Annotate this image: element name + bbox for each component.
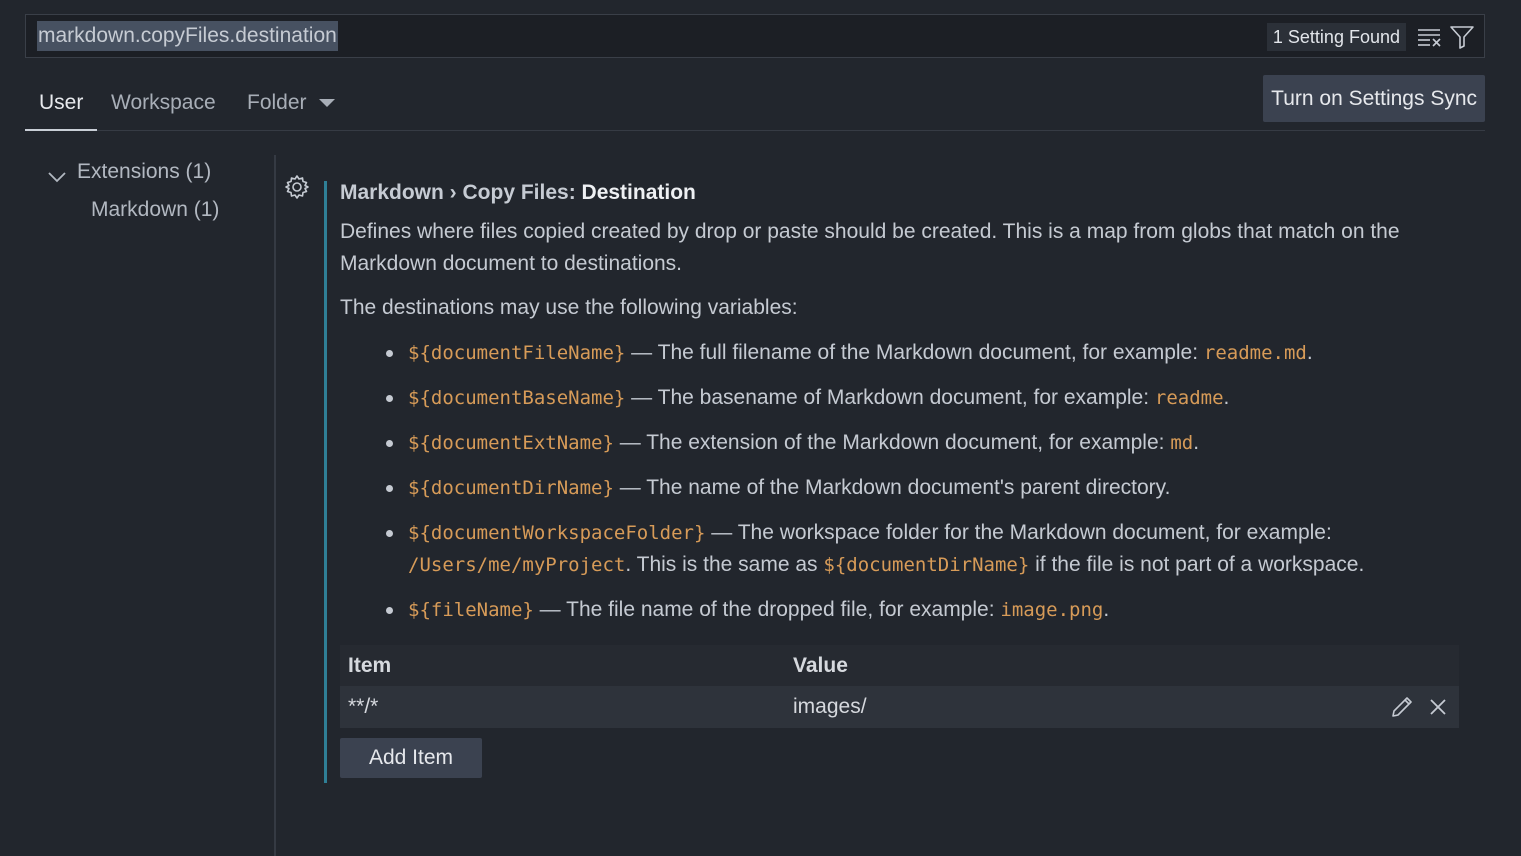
variable-example: /Users/me/myProject	[408, 554, 626, 576]
column-header-value: Value	[793, 654, 848, 677]
gear-icon[interactable]	[284, 174, 310, 200]
results-count-badge: 1 Setting Found	[1266, 23, 1406, 51]
variable-example: image.png	[1000, 599, 1104, 621]
variable-text: — The extension of the Markdown document…	[613, 431, 1171, 454]
setting-key: Destination	[581, 181, 696, 204]
variable-code: ${documentWorkspaceFolder}	[408, 522, 706, 544]
variable-tail: .	[1103, 598, 1110, 621]
settings-editor: markdown.copyFiles.destination 1 Setting…	[0, 0, 1521, 856]
pencil-icon[interactable]	[1389, 694, 1415, 720]
variable-code: ${documentDirName}	[823, 554, 1030, 576]
tab-workspace[interactable]: Workspace	[111, 88, 216, 131]
list-item: ${documentFileName} — The full filename …	[340, 337, 1460, 369]
list-item: ${documentBaseName} — The basename of Ma…	[340, 382, 1460, 414]
variable-code: ${documentFileName}	[408, 342, 626, 364]
list-item: ${documentDirName} — The name of the Mar…	[340, 472, 1460, 504]
variable-tail: if the file is not part of a workspace.	[1029, 553, 1365, 576]
variable-tail: .	[1223, 386, 1230, 409]
table-row[interactable]: **/* images/	[340, 686, 1459, 728]
list-item: ${documentExtName} — The extension of th…	[340, 427, 1460, 459]
toc-item-markdown[interactable]: Markdown (1)	[91, 198, 219, 222]
variable-code: ${documentDirName}	[408, 477, 614, 499]
row-item-value: images/	[793, 695, 867, 718]
chevron-down-icon	[47, 166, 67, 190]
row-item-key: **/*	[348, 695, 379, 718]
variable-example: readme.md	[1203, 342, 1307, 364]
variable-tail: .	[1193, 431, 1200, 454]
variable-code: ${fileName}	[408, 599, 534, 621]
setting-category: Markdown › Copy Files:	[340, 181, 582, 204]
variable-code: ${documentExtName}	[408, 432, 614, 454]
variable-text: — The full filename of the Markdown docu…	[625, 341, 1204, 364]
sash-divider[interactable]	[274, 155, 276, 856]
modified-indicator	[324, 181, 327, 783]
variable-tail: . This is the same as	[625, 553, 824, 576]
variable-text: — The name of the Markdown document's pa…	[613, 476, 1171, 499]
tab-user[interactable]: User	[25, 88, 97, 131]
settings-scope-tabs: User Workspace Folder Turn on Settings S…	[25, 75, 1485, 131]
clear-filter-icon[interactable]	[1416, 24, 1444, 50]
setting-item: Markdown › Copy Files: Destination Defin…	[340, 178, 1460, 626]
close-icon[interactable]	[1425, 694, 1451, 720]
settings-search-box[interactable]: markdown.copyFiles.destination 1 Setting…	[25, 14, 1485, 58]
list-item: ${documentWorkspaceFolder} — The workspa…	[340, 517, 1460, 581]
turn-on-settings-sync-button[interactable]: Turn on Settings Sync	[1263, 75, 1485, 122]
tab-folder-label: Folder	[247, 91, 307, 114]
variable-example: md	[1170, 432, 1194, 454]
setting-description: Defines where files copied created by dr…	[340, 220, 1400, 275]
chevron-down-icon	[318, 99, 335, 108]
list-item: ${fileName} — The file name of the dropp…	[340, 594, 1460, 626]
column-header-item: Item	[348, 654, 392, 677]
toc-item-label: Extensions (1)	[77, 160, 212, 183]
variable-code: ${documentBaseName}	[408, 387, 626, 409]
variable-example: readme	[1154, 387, 1224, 409]
object-setting-table: Item Value **/* images/	[340, 645, 1459, 728]
variable-tail: .	[1306, 341, 1313, 364]
variable-text: — The file name of the dropped file, for…	[533, 598, 1001, 621]
variables-intro: The destinations may use the following v…	[340, 296, 798, 319]
variable-text: — The workspace folder for the Markdown …	[705, 521, 1332, 544]
tab-folder[interactable]: Folder	[247, 88, 335, 131]
variables-list: ${documentFileName} — The full filename …	[340, 337, 1460, 626]
variable-text: — The basename of Markdown document, for…	[625, 386, 1155, 409]
search-input[interactable]: markdown.copyFiles.destination	[37, 21, 338, 51]
table-header: Item Value	[340, 645, 1459, 686]
filter-icon[interactable]	[1448, 24, 1476, 50]
add-item-button[interactable]: Add Item	[340, 738, 482, 778]
setting-title: Markdown › Copy Files: Destination	[340, 178, 1460, 208]
